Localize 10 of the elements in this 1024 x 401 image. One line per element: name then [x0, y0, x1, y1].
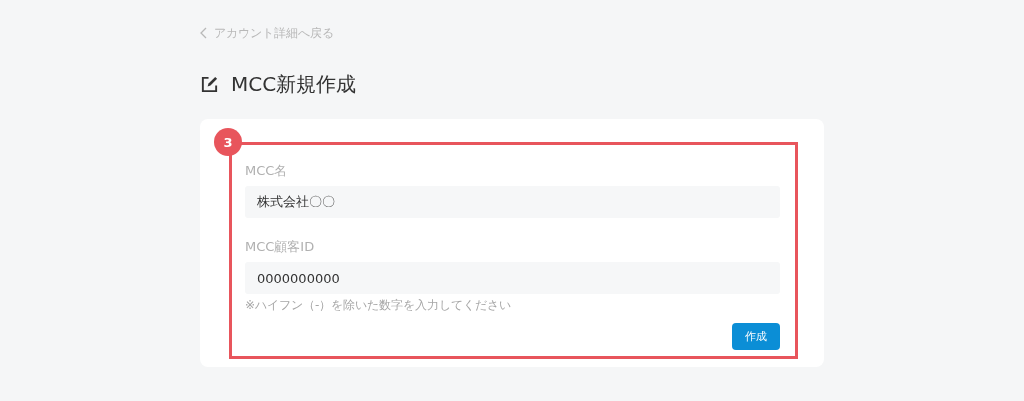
field-hint: ※ハイフン（-）を除いた数字を入力してください [245, 297, 513, 313]
chevron-left-icon [200, 27, 208, 39]
create-button[interactable]: 作成 [732, 323, 780, 350]
field-label: MCC顧客ID [245, 238, 316, 256]
text-field[interactable]: 株式会社〇〇 [245, 186, 780, 218]
page-title: MCC新規作成 [231, 70, 357, 98]
field-label: MCC名 [245, 162, 289, 180]
step-badge: 3 [214, 128, 242, 156]
edit-icon [200, 74, 219, 94]
text-field[interactable]: 0000000000 [245, 262, 780, 294]
